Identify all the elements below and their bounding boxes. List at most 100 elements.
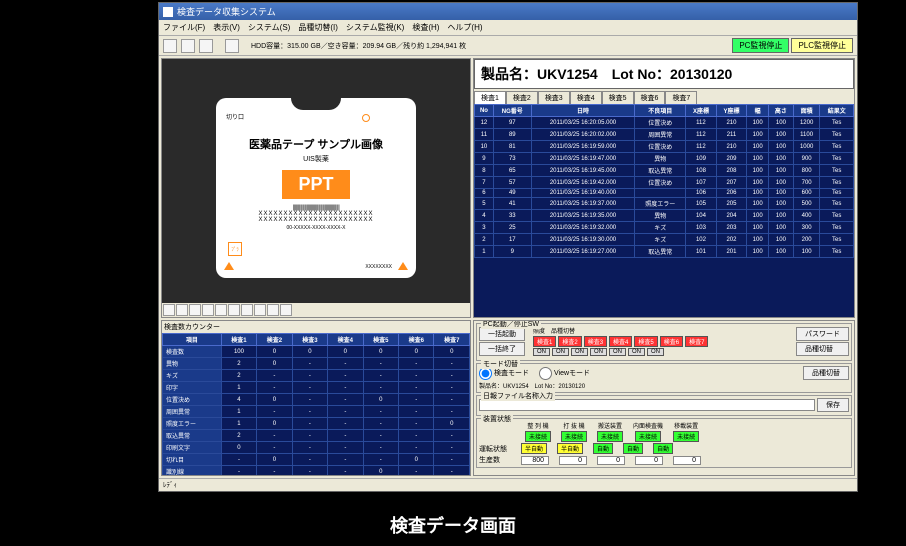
save-button[interactable]: 保存 [817, 398, 849, 412]
menu-type[interactable]: 品種切替(I) [298, 22, 338, 33]
menu-monitor[interactable]: システム監視(K) [346, 22, 404, 33]
sw-on[interactable]: ON [628, 348, 645, 356]
menu-help[interactable]: ヘルプ(H) [447, 22, 482, 33]
tab-2[interactable]: 検査2 [506, 91, 538, 104]
sw-label[interactable]: 検査3 [584, 336, 607, 347]
table-row[interactable]: 4332011/03/25 16:19:35.000異物104204100100… [475, 210, 854, 222]
table-row[interactable]: 8652011/03/25 16:19:45.000取込異常1082081001… [475, 165, 854, 177]
sw-on[interactable]: ON [571, 348, 588, 356]
col-header[interactable]: X座標 [686, 105, 717, 117]
tab-4[interactable]: 検査4 [570, 91, 602, 104]
sw-on[interactable]: ON [552, 348, 569, 356]
device-section: 装置状態 整 列 機未接続打 抜 機未接続搬送装置未接続内面検査機未接続移載装置… [476, 418, 852, 468]
file-section: 日報ファイル名称入力 保存 [476, 395, 852, 416]
sw-label[interactable]: 検査6 [660, 336, 683, 347]
col-header: 項目 [163, 334, 222, 346]
sw-on[interactable]: ON [647, 348, 664, 356]
col-header: 検査2 [257, 334, 292, 346]
status-led: 未接続 [635, 431, 661, 442]
table-row[interactable]: 7572011/03/25 16:19:42.000位置決め1072071001… [475, 177, 854, 189]
inspection-data-pane: 製品名：UKV1254 Lot No：20130120 検査1 検査2 検査3 … [473, 58, 855, 318]
table-row[interactable]: 9732011/03/25 16:19:47.000異物109209100100… [475, 153, 854, 165]
grid-icon[interactable] [228, 304, 240, 316]
hdd-status: HDD容量：315.00 GB／空き容量：209.94 GB／残り約 1,294… [251, 41, 466, 51]
pc-monitor-button[interactable]: PC監視停止 [732, 38, 789, 53]
table-row[interactable]: 192011/03/25 16:19:27.000取込異常10120110010… [475, 246, 854, 258]
rotate-icon[interactable] [215, 304, 227, 316]
fit-icon[interactable] [189, 304, 201, 316]
menu-system[interactable]: システム(S) [248, 22, 290, 33]
caption: 検査データ画面 [0, 512, 906, 538]
titlebar[interactable]: 検査データ収集システム [159, 3, 857, 20]
status-led: 未接続 [561, 431, 587, 442]
info-icon[interactable] [254, 304, 266, 316]
inspection-grid[interactable]: NoNG番号日時不良項目X座標Y座標幅高さ面積結果文12972011/03/25… [474, 104, 854, 317]
tb-open-icon[interactable] [163, 39, 177, 53]
tb-save-icon[interactable] [181, 39, 195, 53]
password-button[interactable]: パスワード [796, 327, 849, 341]
mode-section: モード切替 検査モード Viewモード 品種切替 製品名：UKV1254 Lot… [476, 363, 852, 393]
menu-file[interactable]: ファイル(F) [163, 22, 205, 33]
plc-monitor-button[interactable]: PLC監視停止 [791, 38, 853, 53]
measure-icon[interactable] [241, 304, 253, 316]
col-header[interactable]: Y座標 [716, 105, 747, 117]
zoom-out-icon[interactable] [176, 304, 188, 316]
sw-section: PC起動／停止SW 一括起動 一括終了 照度 品種切替 検査1検査2検査3検査4… [476, 323, 852, 361]
table-row[interactable]: 10812011/03/25 16:19:59.000位置決め112210100… [475, 141, 854, 153]
menu-view[interactable]: 表示(V) [213, 22, 240, 33]
table-row[interactable]: 12972011/03/25 16:20:05.000位置決め112210100… [475, 117, 854, 129]
sw-label[interactable]: 検査7 [685, 336, 708, 347]
prod-count: 0 [597, 456, 625, 465]
auto-start-button[interactable]: 一括起動 [479, 327, 525, 341]
col-header: 検査5 [363, 334, 398, 346]
table-row[interactable]: 6492011/03/25 16:19:40.00010620610010060… [475, 189, 854, 198]
package-code: 00-XXXXX-XXXX-XXXX-X [287, 225, 346, 231]
tab-6[interactable]: 検査6 [634, 91, 666, 104]
type-change-button-2[interactable]: 品種切替 [803, 366, 849, 380]
sw-label[interactable]: 検査1 [533, 336, 556, 347]
col-header[interactable]: 日時 [531, 105, 635, 117]
window-title: 検査データ収集システム [177, 5, 276, 18]
prod-count: 800 [521, 456, 549, 465]
sw-label[interactable]: 検査4 [609, 336, 632, 347]
counter-pane: 検査数カウンター 項目検査1検査2検査3検査4検査5検査6検査7検査数10000… [161, 320, 471, 476]
table-row: 取込異常2------ [163, 430, 470, 442]
auto-stop-button[interactable]: 一括終了 [479, 342, 525, 356]
col-header[interactable]: 高さ [769, 105, 794, 117]
col-header[interactable]: 不良項目 [635, 105, 686, 117]
type-change-button[interactable]: 品種切替 [796, 342, 849, 356]
pan-icon[interactable] [202, 304, 214, 316]
sw-on[interactable]: ON [590, 348, 607, 356]
table-row[interactable]: 11892011/03/25 16:20:02.000周囲異常112211100… [475, 129, 854, 141]
package-subtitle: UIS製薬 [303, 154, 329, 164]
tb-print-icon[interactable] [199, 39, 213, 53]
mode-view-radio[interactable] [539, 367, 552, 380]
sw-on[interactable]: ON [609, 348, 626, 356]
save-img-icon[interactable] [267, 304, 279, 316]
tb-drive-icon[interactable] [225, 39, 239, 53]
table-row[interactable]: 2172011/03/25 16:19:30.000キズ102202100100… [475, 234, 854, 246]
table-row[interactable]: 5412011/03/25 16:19:37.000照度エラー105205100… [475, 198, 854, 210]
tab-3[interactable]: 検査3 [538, 91, 570, 104]
col-header[interactable]: 面積 [793, 105, 820, 117]
zoom-in-icon[interactable] [163, 304, 175, 316]
table-row: 切れ目-0---0- [163, 454, 470, 466]
sw-label[interactable]: 検査5 [634, 336, 657, 347]
col-header[interactable]: 結果文 [820, 105, 854, 117]
sw-on[interactable]: ON [533, 348, 550, 356]
tab-1[interactable]: 検査1 [474, 91, 506, 104]
op-status: 半自動 [557, 443, 583, 454]
col-header[interactable]: 幅 [747, 105, 769, 117]
tab-7[interactable]: 検査7 [665, 91, 697, 104]
table-row: 印刷文字0------ [163, 442, 470, 454]
sw-label[interactable]: 検査2 [558, 336, 581, 347]
table-row: 識別線----0-- [163, 466, 470, 476]
next-icon[interactable] [280, 304, 292, 316]
op-status: 半自動 [521, 443, 547, 454]
col-header[interactable]: NG番号 [493, 105, 531, 117]
col-header[interactable]: No [475, 105, 494, 117]
table-row[interactable]: 3252011/03/25 16:19:32.000キズ103203100100… [475, 222, 854, 234]
tab-5[interactable]: 検査5 [602, 91, 634, 104]
image-viewer: 切り口 医薬品テープ サンプル画像 UIS製薬 PPT ||||||||||||… [161, 58, 471, 318]
menu-inspect[interactable]: 検査(H) [412, 22, 439, 33]
